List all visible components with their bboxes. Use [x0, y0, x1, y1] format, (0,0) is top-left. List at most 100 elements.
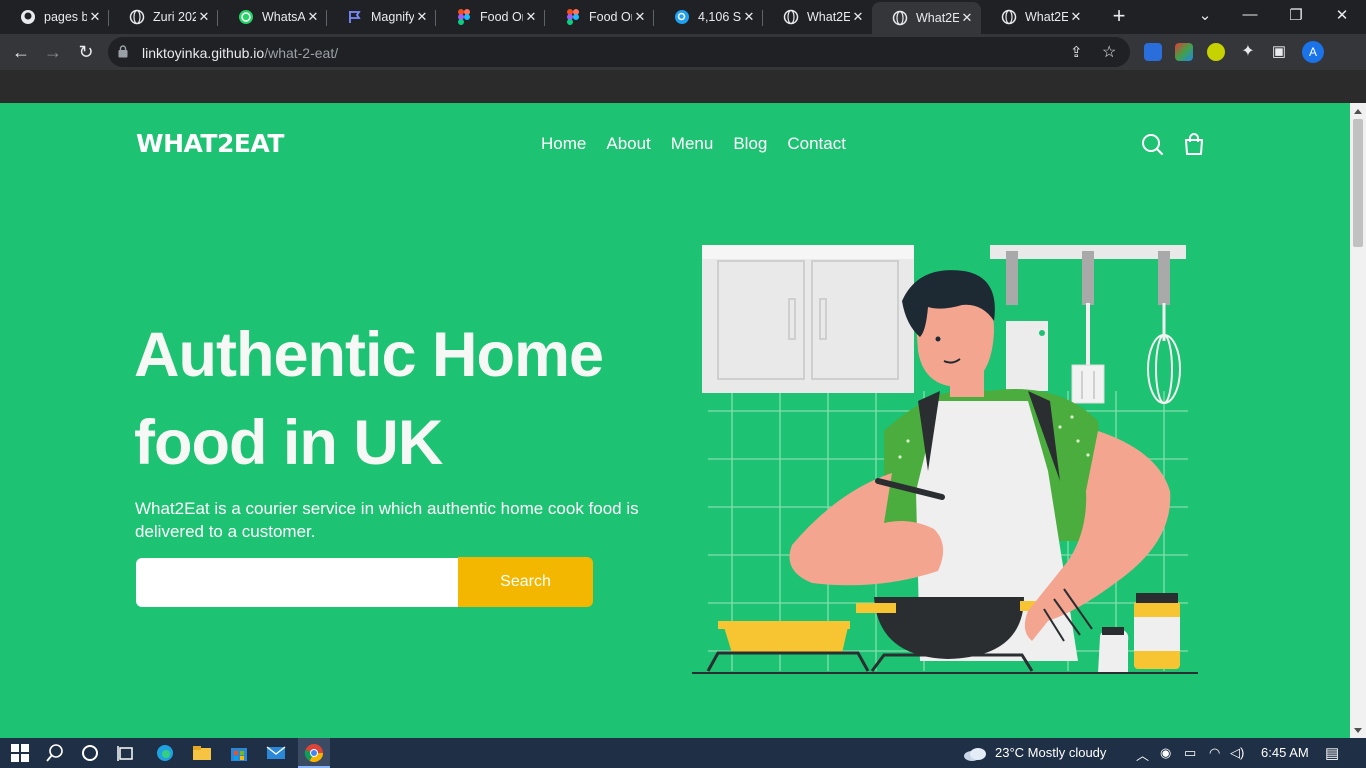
- search-button[interactable]: Search: [458, 557, 593, 607]
- chef-cooking-illustration: [692, 245, 1198, 674]
- globe-icon: [1001, 9, 1017, 25]
- restore-icon[interactable]: ❐: [1286, 6, 1306, 24]
- windows-start-icon[interactable]: [10, 743, 30, 763]
- tab-2[interactable]: Zuri 202 ✕: [109, 2, 218, 32]
- store-icon[interactable]: [229, 743, 249, 763]
- globe-icon: [129, 9, 145, 25]
- close-icon[interactable]: ✕: [87, 9, 103, 25]
- url-path: /what-2-eat/: [264, 45, 339, 61]
- close-icon[interactable]: ✕: [741, 9, 757, 25]
- minimize-icon[interactable]: —: [1240, 6, 1260, 23]
- search-input[interactable]: [136, 558, 458, 607]
- github-icon: [20, 9, 36, 25]
- nav-menu[interactable]: Menu: [671, 134, 714, 154]
- extension-1-icon[interactable]: [1144, 43, 1162, 61]
- forward-icon[interactable]: →: [42, 41, 64, 63]
- site-top-band: [0, 70, 1366, 103]
- extension-2-icon[interactable]: [1175, 43, 1193, 61]
- close-icon[interactable]: ✕: [1068, 9, 1084, 25]
- site-logo[interactable]: WHAT2EAT: [136, 129, 284, 158]
- tab-title: Food Or: [589, 10, 632, 24]
- scroll-down-icon[interactable]: [1354, 728, 1362, 733]
- tab-3[interactable]: WhatsAp ✕: [218, 2, 327, 32]
- tab-title: WhatsAp: [262, 10, 305, 24]
- tab-title: Magnify: [371, 10, 414, 24]
- edge-icon[interactable]: [155, 743, 175, 763]
- url-text: linktoyinka.github.io/what-2-eat/: [142, 45, 338, 61]
- show-hidden-icons[interactable]: ︿: [1136, 745, 1149, 764]
- tab-9-active[interactable]: What2Ea ✕: [872, 2, 981, 34]
- weather-text[interactable]: 23°C Mostly cloudy: [995, 745, 1106, 760]
- file-explorer-icon[interactable]: [192, 743, 212, 763]
- close-icon[interactable]: ✕: [632, 9, 648, 25]
- tab-strip: pages bu ✕ Zuri 202 ✕ WhatsAp ✕ Magnify …: [0, 0, 1366, 34]
- tab-title: What2Ea: [807, 10, 850, 24]
- notifications-icon[interactable]: ▤: [1325, 744, 1339, 762]
- page-scrollbar[interactable]: [1350, 103, 1366, 738]
- wifi-icon[interactable]: ◠: [1209, 745, 1220, 761]
- close-icon[interactable]: ✕: [305, 9, 321, 25]
- close-icon[interactable]: ✕: [850, 9, 866, 25]
- close-icon[interactable]: ✕: [196, 9, 212, 25]
- tab-4[interactable]: Magnify ✕: [327, 2, 436, 32]
- tab-6[interactable]: Food Or ✕: [545, 2, 654, 32]
- tab-title: What2Ea: [916, 11, 959, 25]
- tab-5[interactable]: Food Or ✕: [436, 2, 545, 32]
- share-icon[interactable]: ⇪: [1070, 43, 1083, 61]
- extension-3-icon[interactable]: [1207, 43, 1225, 61]
- figma-icon: [456, 9, 472, 25]
- search-badge-icon: [674, 9, 690, 25]
- back-icon[interactable]: ←: [10, 41, 32, 63]
- tab-1[interactable]: pages bu ✕: [0, 2, 109, 32]
- puzzle-icon[interactable]: ✦: [1237, 41, 1259, 63]
- meet-now-icon[interactable]: ◉: [1160, 745, 1171, 761]
- chrome-icon: [304, 744, 323, 763]
- mail-icon[interactable]: [266, 743, 286, 763]
- reload-icon[interactable]: ↻: [75, 41, 97, 63]
- address-bar[interactable]: linktoyinka.github.io/what-2-eat/ ⇪ ☆: [108, 37, 1130, 67]
- nav-contact[interactable]: Contact: [787, 134, 846, 154]
- volume-icon[interactable]: ◁): [1230, 745, 1244, 761]
- tab-search-icon[interactable]: ⌄: [1195, 6, 1215, 24]
- tab-title: What2Ea: [1025, 10, 1068, 24]
- battery-icon[interactable]: ▭: [1184, 745, 1196, 761]
- chrome-taskbar-active[interactable]: [298, 738, 330, 768]
- nav-home[interactable]: Home: [541, 134, 586, 154]
- tab-title: Zuri 202: [153, 10, 196, 24]
- figma-icon: [565, 9, 581, 25]
- cortana-icon[interactable]: [80, 743, 100, 763]
- web-page: WHAT2EAT Home About Menu Blog Contact Au…: [0, 103, 1350, 738]
- tab-10[interactable]: What2Ea ✕: [981, 2, 1090, 32]
- side-panel-icon[interactable]: ▣: [1268, 41, 1290, 63]
- hero-title-line-2: food in UK: [134, 408, 443, 478]
- hero-title: Authentic Home food in UK: [134, 311, 654, 487]
- search-icon[interactable]: [1140, 132, 1164, 156]
- main-nav: Home About Menu Blog Contact: [541, 134, 846, 154]
- scroll-up-icon[interactable]: [1354, 109, 1362, 114]
- flag-icon: [347, 9, 363, 25]
- nav-about[interactable]: About: [606, 134, 650, 154]
- globe-icon: [783, 9, 799, 25]
- close-icon[interactable]: ✕: [523, 9, 539, 25]
- profile-avatar[interactable]: A: [1302, 41, 1324, 63]
- cloud-icon: [964, 748, 986, 761]
- scrollbar-thumb[interactable]: [1353, 119, 1363, 247]
- url-host: linktoyinka.github.io: [142, 45, 265, 61]
- close-window-icon[interactable]: ✕: [1332, 6, 1352, 24]
- task-view-icon[interactable]: [116, 743, 136, 763]
- close-icon[interactable]: ✕: [959, 10, 975, 26]
- close-icon[interactable]: ✕: [414, 9, 430, 25]
- shopping-bag-icon[interactable]: [1182, 132, 1206, 156]
- globe-icon: [892, 10, 908, 26]
- tab-8[interactable]: What2Ea ✕: [763, 2, 872, 32]
- nav-blog[interactable]: Blog: [733, 134, 767, 154]
- tab-title: Food Or: [480, 10, 523, 24]
- whatsapp-icon: [238, 9, 254, 25]
- tab-7[interactable]: 4,106 Se ✕: [654, 2, 763, 32]
- new-tab-button[interactable]: +: [1108, 5, 1130, 27]
- clock-time[interactable]: 6:45 AM: [1261, 745, 1309, 760]
- windows-taskbar: 23°C Mostly cloudy ︿ ◉ ▭ ◠ ◁) 6:45 AM ▤: [0, 738, 1366, 768]
- bookmark-star-icon[interactable]: ☆: [1102, 42, 1116, 62]
- taskbar-search-icon[interactable]: [45, 743, 65, 763]
- tab-title: pages bu: [44, 10, 87, 24]
